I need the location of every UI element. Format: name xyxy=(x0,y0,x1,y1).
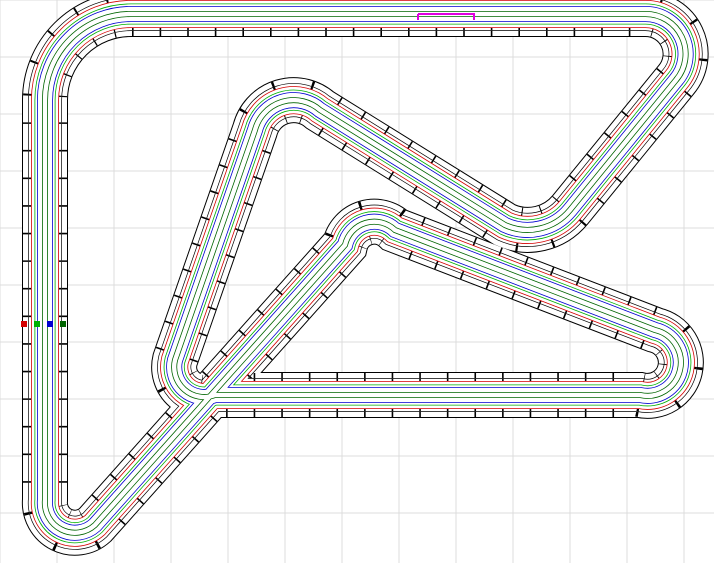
start-marker-lane-2 xyxy=(34,321,40,327)
start-marker-lane-3 xyxy=(47,321,53,327)
start-marker-lane-4 xyxy=(60,321,66,327)
start-marker-lane-1 xyxy=(21,321,27,327)
lane-lines xyxy=(45,14,686,533)
track-canvas[interactable] xyxy=(0,0,714,563)
lane-line-mask-1 xyxy=(45,14,686,533)
